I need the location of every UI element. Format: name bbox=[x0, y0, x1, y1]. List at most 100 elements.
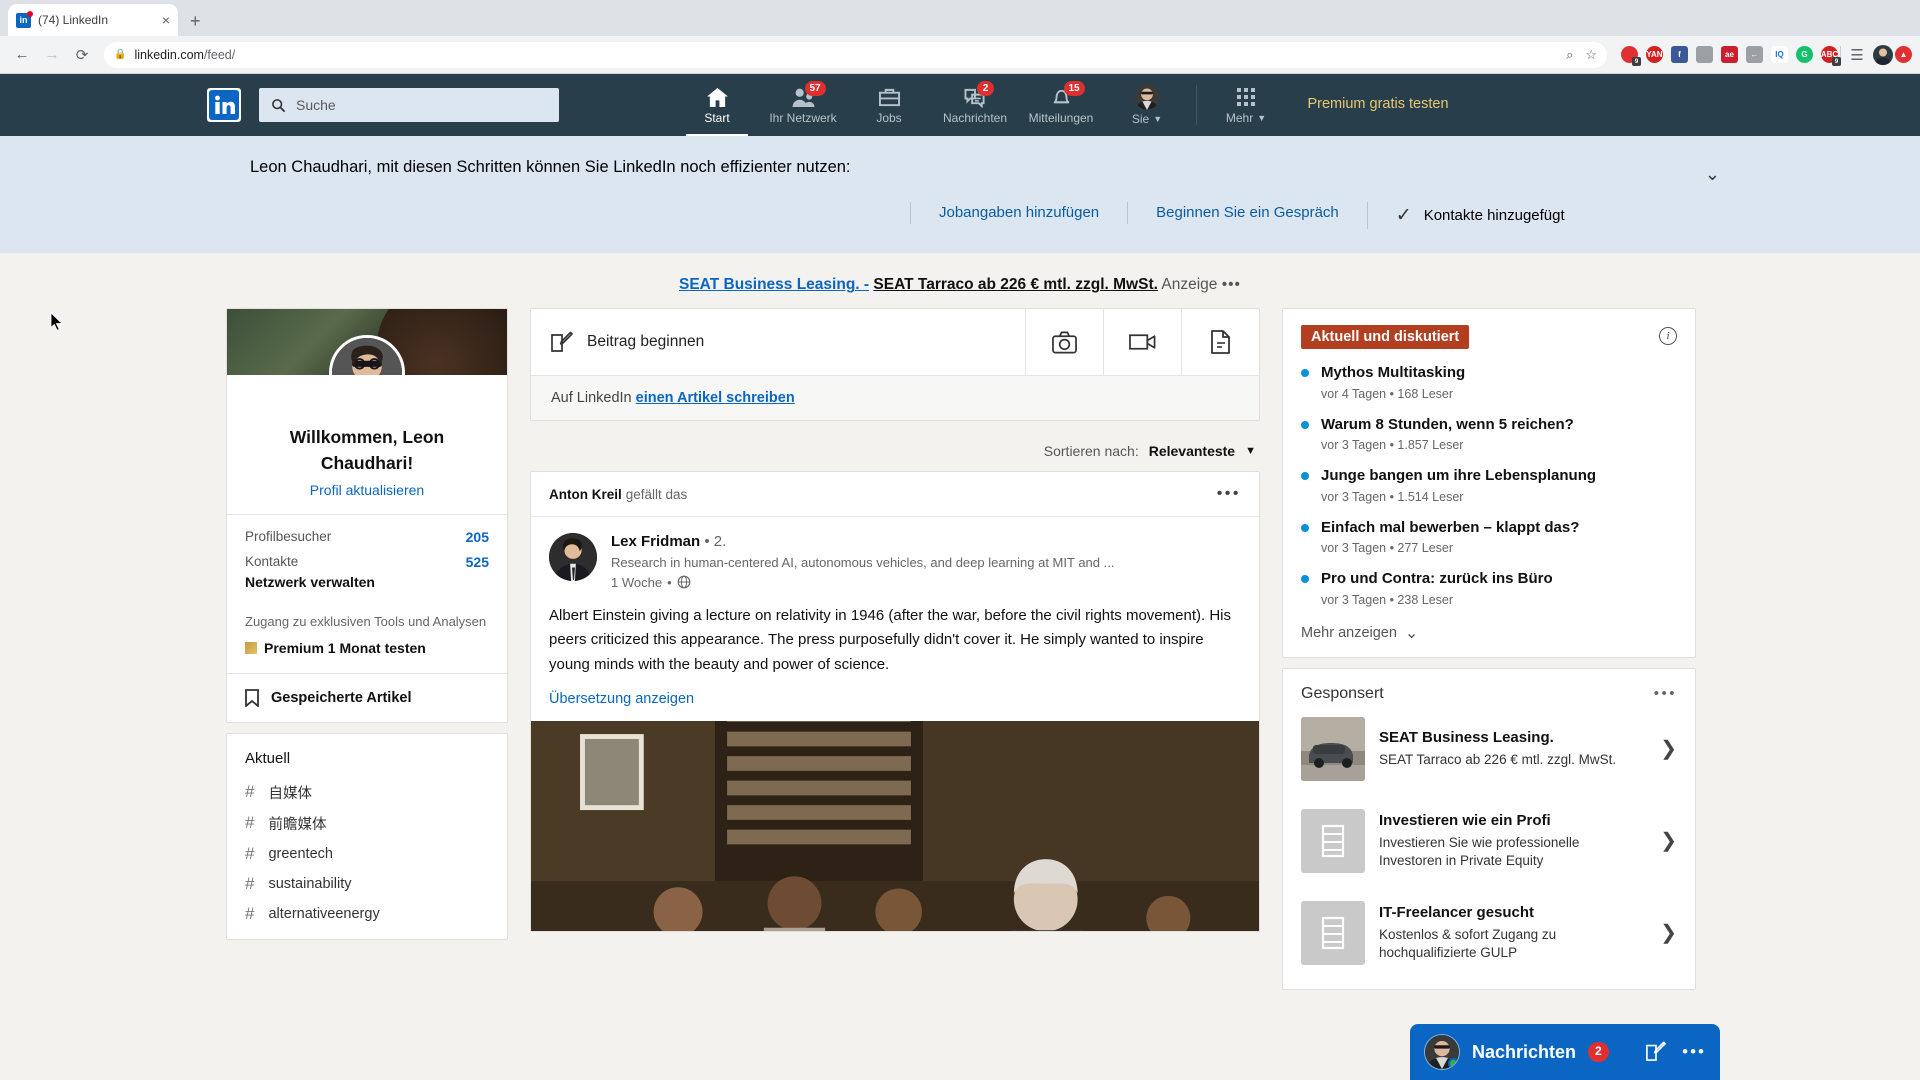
mouse-cursor bbox=[50, 312, 63, 334]
sponsored-item[interactable]: IT-Freelancer gesucht Kostenlos & sofort … bbox=[1301, 887, 1677, 979]
news-item-title: Junge bangen um ihre Lebensplanung bbox=[1321, 467, 1597, 485]
online-status-indicator bbox=[1448, 1058, 1459, 1069]
nav-me-label: Sie bbox=[1131, 112, 1150, 126]
nav-jobs[interactable]: Jobs bbox=[846, 74, 932, 136]
post-timestamp: 1 Woche • bbox=[611, 575, 1114, 590]
share-document-button[interactable] bbox=[1181, 309, 1259, 376]
grammarly-extension[interactable]: G bbox=[1796, 46, 1813, 63]
chevron-down-icon: ▼ bbox=[1153, 114, 1163, 124]
message-icon: 2 bbox=[963, 81, 994, 109]
reading-list-icon[interactable]: ☰ bbox=[1843, 41, 1871, 69]
ad-more-icon[interactable]: ••• bbox=[1222, 276, 1241, 293]
onboarding-step-contacts[interactable]: ✓ Kontakte hinzugefügt bbox=[1366, 201, 1593, 230]
chevron-down-icon[interactable]: ▼ bbox=[1245, 445, 1256, 457]
ad-headline[interactable]: SEAT Tarraco ab 226 € mtl. zzgl. MwSt. bbox=[873, 276, 1158, 293]
globe-icon bbox=[677, 576, 690, 589]
reload-icon[interactable]: ⟳ bbox=[68, 41, 96, 69]
post-translate-link[interactable]: Übersetzung anzeigen bbox=[531, 681, 1259, 721]
post-author-name[interactable]: Lex Fridman • 2. bbox=[611, 533, 1114, 550]
nav-me[interactable]: Sie ▼ bbox=[1104, 74, 1190, 136]
messaging-overlay[interactable]: Nachrichten 2 ••• bbox=[1410, 1024, 1720, 1080]
onboarding-step-conversation[interactable]: Beginnen Sie ein Gespräch bbox=[1127, 201, 1367, 224]
nav-messaging[interactable]: 2 Nachrichten bbox=[932, 74, 1018, 136]
top-ad-strip[interactable]: SEAT Business Leasing. - SEAT Tarraco ab… bbox=[0, 267, 1920, 308]
premium-trial-link[interactable]: Premium gratis testen bbox=[1303, 95, 1453, 115]
sort-value[interactable]: Relevanteste bbox=[1149, 443, 1235, 459]
post-image[interactable] bbox=[531, 720, 1259, 931]
avatar[interactable] bbox=[1873, 44, 1893, 65]
ae-adobe-extension[interactable]: ae bbox=[1721, 46, 1738, 63]
pocket-save-extension[interactable]: ← bbox=[1746, 46, 1763, 63]
write-article-prefix: Auf LinkedIn bbox=[551, 390, 632, 407]
news-item[interactable]: Pro und Contra: zurück ins Büro vor 3 Tag… bbox=[1301, 569, 1677, 607]
nav-notifications-label: Mitteilungen bbox=[1028, 111, 1094, 125]
saved-articles-link[interactable]: Gespeicherte Artikel bbox=[227, 672, 507, 722]
write-article-link[interactable]: einen Artikel schreiben bbox=[636, 390, 795, 406]
news-item[interactable]: Junge bangen um ihre Lebensplanung vor 3 … bbox=[1301, 466, 1677, 504]
compose-icon[interactable] bbox=[1646, 1041, 1667, 1064]
hashtag-item[interactable]: # 前瞻媒体 bbox=[245, 808, 489, 839]
search-icon bbox=[272, 98, 286, 112]
premium-trial-cta[interactable]: Premium 1 Monat testen bbox=[245, 638, 489, 659]
new-tab-button[interactable]: + bbox=[190, 12, 201, 30]
address-bar[interactable]: 🔒 linkedin.com/feed/ ⌕ ☆ bbox=[104, 41, 1607, 68]
chevron-right-icon[interactable]: ❯ bbox=[1654, 920, 1677, 945]
opera-shield-extension[interactable]: 9 bbox=[1621, 46, 1641, 66]
adblock-extension[interactable]: ABC 9 bbox=[1821, 46, 1841, 66]
sponsored-item[interactable]: SEAT Business Leasing. SEAT Tarraco ab 22… bbox=[1301, 703, 1677, 795]
nav-notifications[interactable]: 15 Mitteilungen bbox=[1018, 74, 1104, 136]
chevron-right-icon[interactable]: ❯ bbox=[1654, 828, 1677, 853]
similarweb-extension[interactable] bbox=[1696, 46, 1713, 63]
back-icon[interactable]: ← bbox=[8, 41, 36, 69]
browser-tab[interactable]: in (74) LinkedIn × bbox=[8, 4, 178, 36]
news-item[interactable]: Mythos Multitasking vor 4 Tagen • 168 Les… bbox=[1301, 363, 1677, 401]
manage-network-link[interactable]: Netzwerk verwalten bbox=[245, 574, 489, 590]
sponsored-title: Gesponsert bbox=[1301, 684, 1384, 702]
hashtag-item[interactable]: # alternativeenergy bbox=[245, 899, 489, 929]
opera-icon[interactable]: ▲ bbox=[1895, 46, 1912, 63]
chevron-right-icon[interactable]: ❯ bbox=[1654, 736, 1677, 761]
post-author-avatar[interactable] bbox=[549, 533, 597, 582]
bookmark-star-icon[interactable]: ☆ bbox=[1585, 47, 1597, 63]
share-video-button[interactable] bbox=[1103, 309, 1181, 376]
hashtag-label: alternativeenergy bbox=[268, 905, 380, 922]
building-icon bbox=[1301, 808, 1365, 873]
linkedin-logo[interactable] bbox=[207, 88, 241, 122]
close-icon[interactable]: × bbox=[162, 13, 170, 27]
info-icon[interactable]: i bbox=[1659, 327, 1677, 346]
news-item[interactable]: Warum 8 Stunden, wenn 5 reichen? vor 3 Ta… bbox=[1301, 415, 1677, 452]
tab-strip: in (74) LinkedIn × + bbox=[0, 0, 1920, 36]
onboarding-step-job[interactable]: Jobangaben hinzufügen bbox=[910, 201, 1127, 224]
profile-avatar[interactable] bbox=[329, 335, 405, 376]
hashtag-item[interactable]: # sustainability bbox=[245, 869, 489, 899]
post-options-icon[interactable]: ••• bbox=[1217, 485, 1241, 503]
yandex-extension[interactable]: YAN bbox=[1646, 46, 1663, 63]
nav-network[interactable]: 57 Ihr Netzwerk bbox=[760, 74, 846, 136]
facebook-pixel-extension[interactable]: f bbox=[1671, 46, 1688, 63]
nav-home[interactable]: Start bbox=[674, 74, 760, 136]
liked-by-name[interactable]: Anton Kreil bbox=[549, 487, 622, 502]
sponsored-options-icon[interactable]: ••• bbox=[1654, 685, 1677, 702]
ad-link[interactable]: SEAT Business Leasing. - bbox=[679, 276, 869, 293]
news-show-more-button[interactable]: Mehr anzeigen ⌄ bbox=[1301, 623, 1677, 643]
zoom-icon[interactable]: ⌕ bbox=[1566, 47, 1573, 63]
start-post-button[interactable]: Beitrag beginnen bbox=[531, 309, 1025, 375]
messaging-options-icon[interactable]: ••• bbox=[1682, 1042, 1706, 1062]
chevron-down-icon[interactable]: ⌄ bbox=[1705, 164, 1720, 185]
hashtag-item[interactable]: # 自媒体 bbox=[245, 777, 489, 808]
news-item-title: Warum 8 Stunden, wenn 5 reichen? bbox=[1321, 415, 1574, 433]
nav-more[interactable]: Mehr ▼ bbox=[1203, 74, 1289, 136]
sponsored-item[interactable]: Investieren wie ein Profi Investieren Sie… bbox=[1301, 795, 1677, 887]
share-photo-button[interactable] bbox=[1025, 309, 1103, 376]
hashtag-item[interactable]: # greentech bbox=[245, 839, 489, 869]
iq-extension[interactable]: IQ bbox=[1771, 46, 1788, 63]
stat-connections[interactable]: Kontakte 525 bbox=[245, 554, 489, 570]
check-icon: ✓ bbox=[1395, 204, 1412, 226]
forward-icon[interactable]: → bbox=[38, 41, 66, 69]
news-item[interactable]: Einfach mal bewerben – klappt das? vor 3 … bbox=[1301, 518, 1677, 555]
chevron-down-icon: ▼ bbox=[1257, 113, 1267, 123]
stat-label: Kontakte bbox=[245, 554, 299, 570]
search-input[interactable]: Suche bbox=[259, 88, 559, 122]
update-profile-link[interactable]: Profil aktualisieren bbox=[243, 482, 491, 498]
stat-profile-views[interactable]: Profilbesucher 205 bbox=[245, 529, 489, 545]
